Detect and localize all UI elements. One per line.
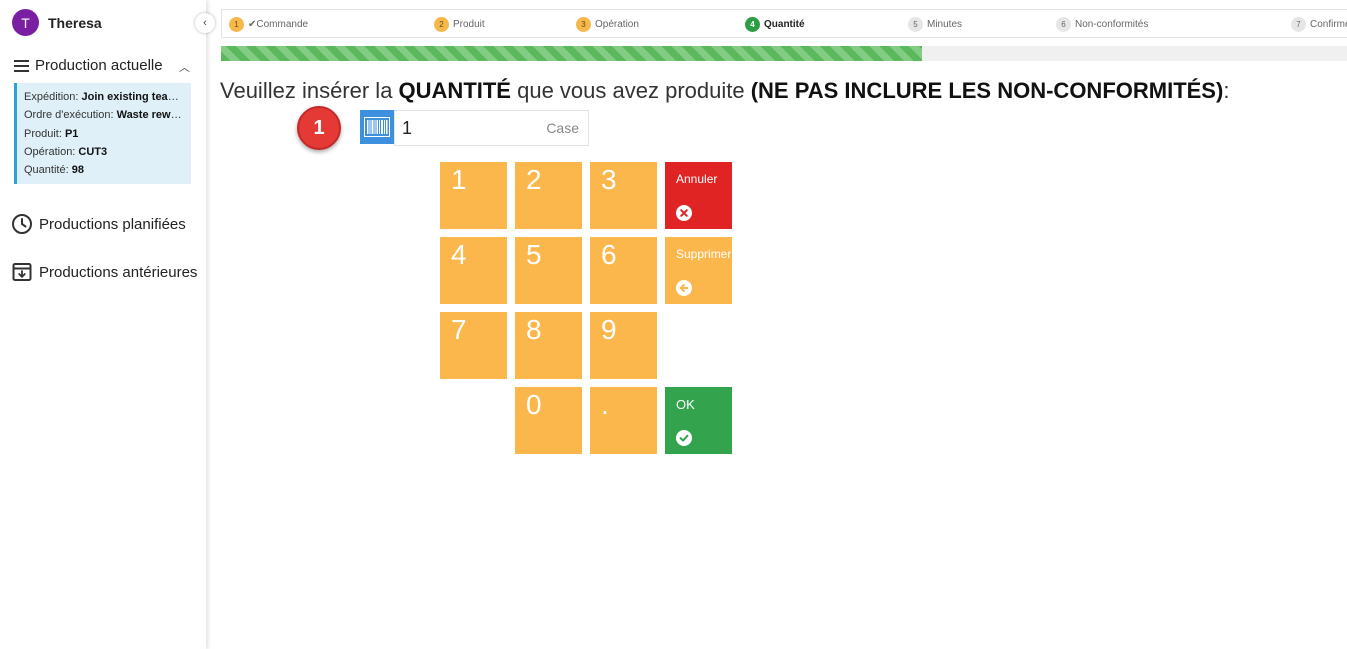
- clock-icon: [12, 214, 32, 234]
- key-9[interactable]: 9: [590, 312, 657, 379]
- user-name: Theresa: [48, 14, 102, 31]
- wizard-stepper: 1 ✔Commande 2 Produit 3 Opération 4 Quan…: [221, 9, 1347, 38]
- key-decimal[interactable]: .: [590, 387, 657, 454]
- step-label: Opération: [595, 19, 639, 30]
- current-production-info: Expédition: Join existing team… Ordre d'…: [14, 83, 191, 184]
- step-number: 6: [1056, 17, 1071, 32]
- current-production-title: Production actuelle: [35, 57, 163, 74]
- cancel-label: Annuler: [676, 172, 718, 186]
- key-3[interactable]: 3: [590, 162, 657, 229]
- step-confirm[interactable]: 7 Confirme: [1291, 17, 1347, 32]
- step-order[interactable]: 1 ✔Commande: [229, 17, 308, 32]
- key-2[interactable]: 2: [515, 162, 582, 229]
- progress-fill: [221, 46, 922, 61]
- delete-label: Supprimer: [676, 247, 732, 261]
- chevron-left-icon: ‹: [203, 17, 207, 29]
- info-row-work-order: Ordre d'exécution: Waste rewo…: [24, 109, 185, 122]
- current-production-header[interactable]: Production actuelle ︿: [14, 57, 194, 74]
- nav-previous-productions[interactable]: Productions antérieures: [11, 261, 197, 283]
- avatar: T: [12, 9, 39, 36]
- barcode-icon: [364, 117, 390, 137]
- close-circle-icon: [676, 205, 692, 221]
- step-label: Produit: [453, 19, 485, 30]
- ok-button[interactable]: OK: [665, 387, 732, 454]
- nav-previous-label: Productions antérieures: [39, 263, 198, 281]
- step-quantity[interactable]: 4 Quantité: [745, 17, 805, 32]
- info-row-product: Produit: P1: [24, 127, 79, 140]
- sidebar: T Theresa Production actuelle ︿ Expéditi…: [0, 0, 206, 649]
- user-profile[interactable]: T Theresa: [12, 9, 102, 36]
- cancel-button[interactable]: Annuler: [665, 162, 732, 229]
- key-7[interactable]: 7: [440, 312, 507, 379]
- chevron-up-icon: ︿: [179, 62, 190, 74]
- info-row-quantity: Quantité: 98: [24, 164, 84, 177]
- key-1[interactable]: 1: [440, 162, 507, 229]
- step-minutes[interactable]: 5 Minutes: [908, 17, 962, 32]
- annotation-badge: 1: [297, 106, 341, 150]
- nav-planned-productions[interactable]: Productions planifiées: [11, 213, 186, 235]
- step-label: ✔Commande: [248, 19, 309, 30]
- key-0[interactable]: 0: [515, 387, 582, 454]
- step-nonconformities[interactable]: 6 Non-conformités: [1056, 17, 1148, 32]
- progress-bar: [221, 46, 1347, 61]
- key-8[interactable]: 8: [515, 312, 582, 379]
- nav-planned-label: Productions planifiées: [39, 215, 186, 233]
- quantity-unit: Case: [546, 120, 579, 136]
- arrow-left-circle-icon: [676, 280, 692, 296]
- quantity-input[interactable]: [395, 111, 525, 145]
- key-6[interactable]: 6: [590, 237, 657, 304]
- archive-icon: [12, 263, 32, 281]
- step-label: Confirme: [1310, 19, 1347, 30]
- step-number: 5: [908, 17, 923, 32]
- step-number: 7: [1291, 17, 1306, 32]
- step-label: Non-conformités: [1075, 19, 1149, 30]
- key-4[interactable]: 4: [440, 237, 507, 304]
- step-product[interactable]: 2 Produit: [434, 17, 485, 32]
- step-number: 3: [576, 17, 591, 32]
- step-label: Quantité: [764, 19, 805, 30]
- step-number: 4: [745, 17, 760, 32]
- step-number: 1: [229, 17, 244, 32]
- barcode-scan-button[interactable]: [360, 110, 394, 144]
- info-row-operation: Opération: CUT3: [24, 145, 108, 158]
- step-operation[interactable]: 3 Opération: [576, 17, 639, 32]
- quantity-prompt: Veuillez insérer la QUANTITÉ que vous av…: [220, 78, 1230, 103]
- key-5[interactable]: 5: [515, 237, 582, 304]
- step-label: Minutes: [927, 19, 963, 30]
- ok-label: OK: [676, 397, 695, 412]
- step-number: 2: [434, 17, 449, 32]
- info-row-shipment: Expédition: Join existing team…: [24, 91, 185, 103]
- menu-icon: [14, 59, 29, 72]
- collapse-sidebar-button[interactable]: ‹: [195, 13, 215, 33]
- quantity-field[interactable]: Case: [394, 110, 589, 146]
- check-circle-icon: [676, 430, 692, 446]
- delete-button[interactable]: Supprimer: [665, 237, 732, 304]
